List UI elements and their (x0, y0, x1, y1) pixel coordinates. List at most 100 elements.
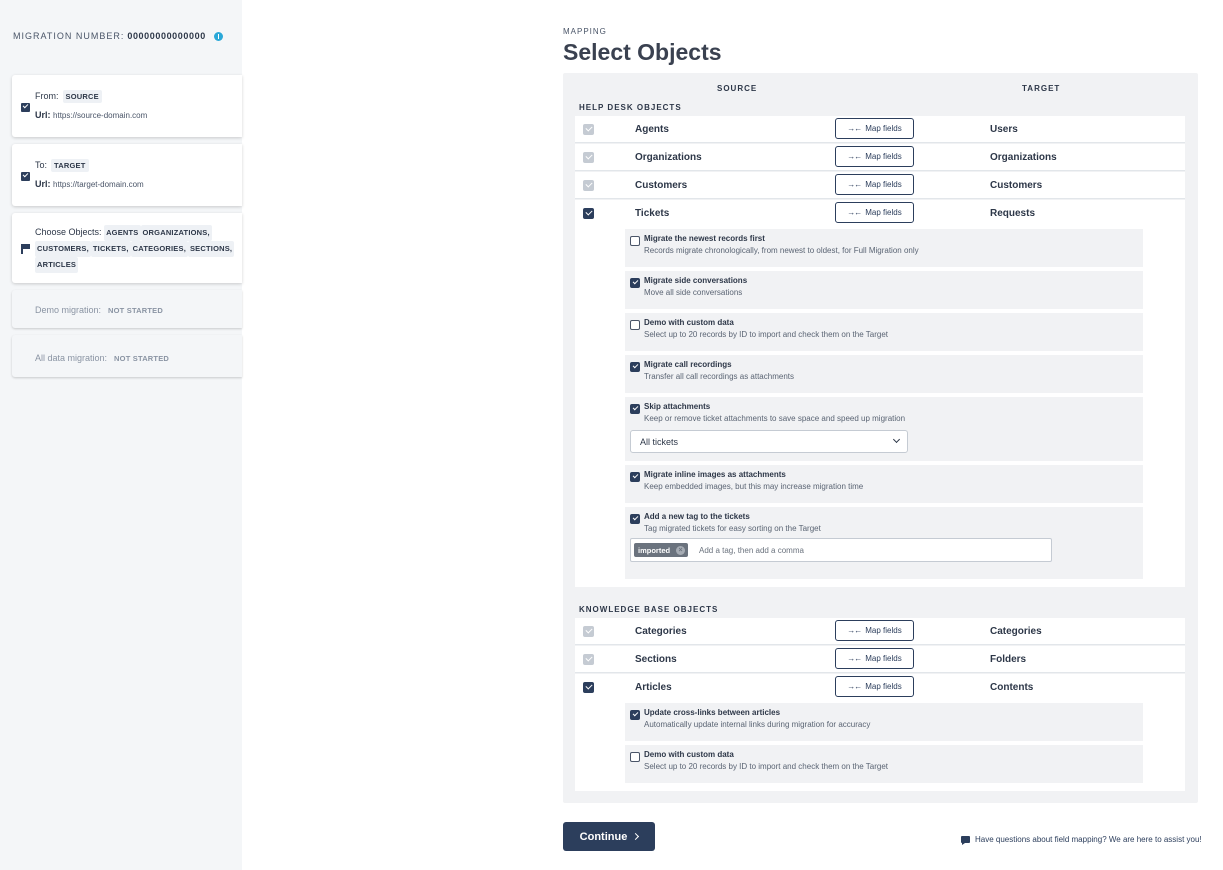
option-checkbox[interactable] (630, 710, 640, 720)
section-label: MAPPING (563, 27, 607, 36)
option-description: Select up to 20 records by ID to import … (644, 330, 888, 339)
checkbox-tickets[interactable] (583, 208, 594, 219)
option-title: Migrate the newest records first (644, 234, 765, 243)
step-from-label: From: SOURCE (35, 90, 102, 103)
option-description: Records migrate chronologically, from ne… (644, 246, 919, 255)
object-row-articles: Articles →← Map fields Contents (575, 674, 1185, 701)
option-title: Migrate inline images as attachments (644, 470, 786, 479)
tag-chip: imported × (634, 543, 689, 557)
option-description: Transfer all call recordings as attachme… (644, 372, 794, 381)
checkbox-checked-icon (21, 103, 30, 112)
continue-button[interactable]: Continue (563, 822, 655, 851)
kb-heading: KNOWLEDGE BASE OBJECTS (579, 605, 719, 614)
ticket-options: Migrate the newest records first Records… (575, 227, 1185, 587)
object-pill: SECTIONS, (187, 241, 235, 257)
map-arrows-icon: →← (847, 626, 862, 635)
tag-input-box[interactable]: imported × Add a tag, then add a comma (630, 538, 1052, 562)
option-checkbox[interactable] (630, 320, 640, 330)
tag-input-placeholder[interactable]: Add a tag, then add a comma (699, 546, 804, 555)
checkbox-locked (583, 626, 594, 637)
column-header-source: SOURCE (717, 84, 758, 93)
object-row-categories: Categories →← Map fields Categories (575, 618, 1185, 645)
demo-status: NOT STARTED (108, 306, 164, 315)
option-article-demo-custom-data: Demo with custom data Select up to 20 re… (625, 745, 1143, 783)
flag-icon (21, 244, 30, 254)
option-newest-first: Migrate the newest records first Records… (625, 229, 1143, 267)
map-fields-button[interactable]: →← Map fields (835, 676, 914, 697)
help-link[interactable]: Have questions about field mapping? We a… (961, 835, 1202, 845)
map-fields-button[interactable]: →← Map fields (835, 620, 914, 641)
checkbox-articles[interactable] (583, 682, 594, 693)
help-text: Have questions about field mapping? We a… (975, 835, 1202, 844)
option-checkbox[interactable] (630, 278, 640, 288)
helpdesk-heading: HELP DESK OBJECTS (579, 103, 682, 112)
map-arrows-icon: →← (847, 682, 862, 691)
map-arrows-icon: →← (847, 152, 862, 161)
source-object-label: Customers (635, 180, 688, 191)
object-row-agents: Agents →← Map fields Users (575, 116, 1185, 143)
article-options: Update cross-links between articles Auto… (575, 701, 1185, 791)
map-arrows-icon: →← (847, 654, 862, 663)
option-description: Keep embedded images, but this may incre… (644, 482, 864, 491)
option-description: Select up to 20 records by ID to import … (644, 762, 888, 771)
step-objects-label: Choose Objects: AGENTS ORGANIZATIONS, CUS… (35, 225, 235, 273)
attachments-select[interactable]: All tickets (630, 430, 908, 453)
option-title: Migrate call recordings (644, 360, 732, 369)
map-fields-button[interactable]: →← Map fields (835, 174, 914, 195)
option-checkbox[interactable] (630, 404, 640, 414)
source-object-label: Categories (635, 626, 687, 637)
option-checkbox[interactable] (630, 236, 640, 246)
chevron-right-icon (632, 832, 640, 841)
chevron-down-icon (892, 435, 901, 444)
info-icon[interactable] (213, 31, 223, 41)
target-object-label: Categories (990, 626, 1042, 637)
object-row-organizations: Organizations →← Map fields Organizations (575, 144, 1185, 171)
source-object-label: Sections (635, 654, 677, 665)
option-title: Skip attachments (644, 402, 711, 411)
option-description: Move all side conversations (644, 288, 743, 297)
option-call-recordings: Migrate call recordings Transfer all cal… (625, 355, 1143, 393)
step-from[interactable]: From: SOURCE Url: https://source-domain.c… (12, 75, 242, 137)
option-description: Automatically update internal links duri… (644, 720, 871, 729)
target-object-label: Users (990, 124, 1018, 135)
option-title: Demo with custom data (644, 318, 734, 327)
migration-number-label: MIGRATION NUMBER: (13, 31, 125, 41)
column-header-target: TARGET (1022, 84, 1061, 93)
migration-number: MIGRATION NUMBER: 00000000000000 (13, 31, 223, 41)
step-choose-objects[interactable]: Choose Objects: AGENTS ORGANIZATIONS, CUS… (12, 213, 242, 283)
option-checkbox[interactable] (630, 514, 640, 524)
option-inline-images: Migrate inline images as attachments Kee… (625, 465, 1143, 503)
source-badge: SOURCE (62, 90, 102, 103)
object-pill: AGENTS (104, 225, 141, 241)
checkbox-locked (583, 152, 594, 163)
step-from-url: Url: https://source-domain.com (35, 110, 148, 120)
target-object-label: Contents (990, 682, 1034, 693)
step-to[interactable]: To: TARGET Url: https://target-domain.com (12, 144, 242, 206)
map-arrows-icon: →← (847, 124, 862, 133)
option-cross-links: Update cross-links between articles Auto… (625, 703, 1143, 741)
map-fields-button[interactable]: →← Map fields (835, 146, 914, 167)
full-status: NOT STARTED (114, 354, 170, 363)
option-checkbox[interactable] (630, 752, 640, 762)
step-full-migration: All data migration: NOT STARTED (12, 335, 242, 377)
checkbox-checked-icon (21, 172, 30, 181)
object-row-tickets: Tickets →← Map fields Requests (575, 200, 1185, 227)
option-demo-custom-data: Demo with custom data Select up to 20 re… (625, 313, 1143, 351)
map-fields-button[interactable]: →← Map fields (835, 648, 914, 669)
migration-number-value: 00000000000000 (127, 31, 206, 41)
option-checkbox[interactable] (630, 472, 640, 482)
target-object-label: Customers (990, 180, 1043, 191)
map-fields-button[interactable]: →← Map fields (835, 202, 914, 223)
object-row-sections: Sections →← Map fields Folders (575, 646, 1185, 673)
step-to-label: To: TARGET (35, 159, 89, 172)
source-object-label: Agents (635, 124, 669, 135)
option-title: Migrate side conversations (644, 276, 748, 285)
option-checkbox[interactable] (630, 362, 640, 372)
option-description: Keep or remove ticket attachments to sav… (644, 414, 906, 423)
target-object-label: Requests (990, 208, 1036, 219)
remove-tag-icon[interactable]: × (676, 546, 686, 555)
map-fields-button[interactable]: →← Map fields (835, 118, 914, 139)
source-object-label: Articles (635, 682, 672, 693)
option-add-tag: Add a new tag to the tickets Tag migrate… (625, 507, 1143, 579)
step-full-label: All data migration: NOT STARTED (35, 352, 172, 365)
